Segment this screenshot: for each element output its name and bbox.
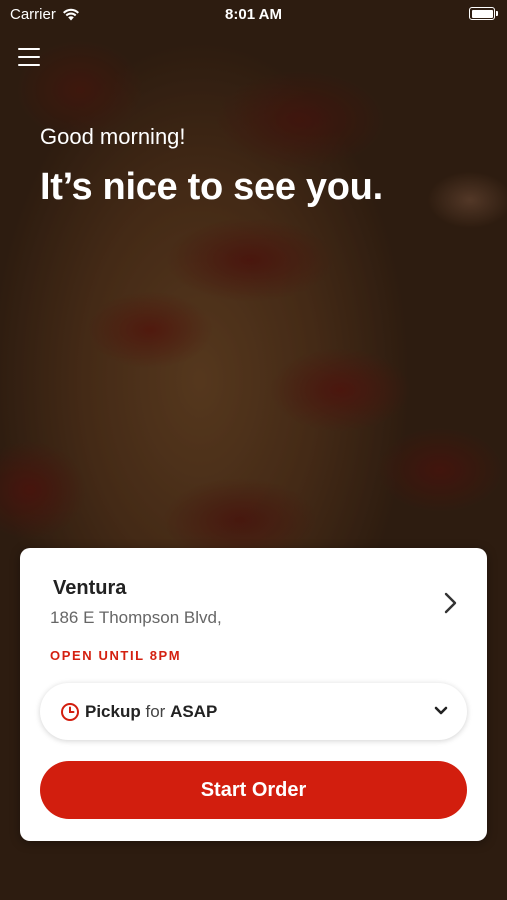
headline-text: It’s nice to see you. [40,166,383,208]
status-time: 8:01 AM [225,6,282,23]
order-mode-select[interactable]: Pickup for ASAP [40,683,467,740]
store-address: 186 E Thompson Blvd, [50,608,222,627]
start-order-button[interactable]: Start Order [40,761,467,819]
order-mode-text: Pickup for ASAP [85,702,217,722]
battery-fill [471,9,493,18]
greeting-text: Good morning! [40,124,186,149]
hours-status: OPEN UNTIL 8PM [50,648,182,663]
chevron-right-icon[interactable] [439,590,461,616]
status-bar: Carrier 8:01 AM [0,0,507,30]
location-card: Ventura 186 E Thompson Blvd, OPEN UNTIL … [20,548,487,841]
order-connector: for [145,701,166,721]
store-name[interactable]: Ventura [53,577,126,600]
chevron-down-icon [434,706,448,715]
battery-icon [469,7,498,20]
order-time: ASAP [170,701,218,721]
order-method: Pickup [85,701,141,721]
clock-icon [60,702,80,722]
hamburger-menu-icon[interactable] [18,48,42,68]
